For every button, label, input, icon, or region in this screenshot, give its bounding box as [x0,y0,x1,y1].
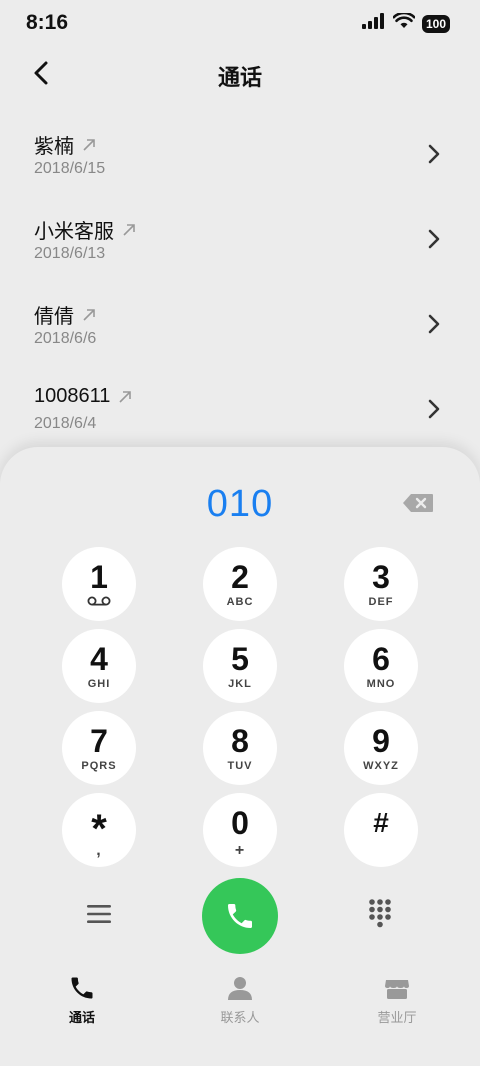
key-letters: GHI [87,677,111,690]
outgoing-call-icon [83,308,95,321]
phone-icon [71,977,93,999]
call-button[interactable] [202,878,278,954]
recent-calls-list: 紫楠 2018/6/15 小米客服 2018/6/13 倩倩 2018/6/6 … [0,112,480,452]
key-digit: 6 [372,640,390,677]
call-list-item[interactable]: 小米客服 2018/6/13 [0,197,480,282]
chevron-right-icon [428,229,440,249]
battery-indicator: 100 [421,14,450,33]
menu-button[interactable] [86,903,112,925]
key-9[interactable]: 9 WXYZ [344,711,418,785]
call-date: 2018/6/13 [34,245,106,262]
call-list-item[interactable]: 倩倩 2018/6/6 [0,282,480,367]
key-digit: 8 [231,722,249,759]
chevron-right-icon [428,144,440,164]
outgoing-call-icon [83,138,95,151]
key-letters: DEF [368,595,394,608]
key-digit: 4 [90,640,108,677]
key-digit: 2 [231,558,249,595]
key-hash[interactable]: # [344,793,418,867]
call-name: 1008611 [34,385,111,407]
tab-label: 联系人 [220,1010,260,1025]
status-time: 8:16 [26,11,69,34]
backspace-button[interactable] [402,493,434,515]
key-letters: JKL [228,677,252,690]
outgoing-call-icon [119,390,132,403]
chevron-right-icon [428,314,440,334]
page-title: 通话 [217,65,262,90]
tab-calls[interactable]: 通话 [37,974,127,1026]
phone-icon [228,904,252,928]
key-5[interactable]: 5 JKL [203,629,277,703]
voicemail-icon [86,595,112,607]
wifi-icon [392,11,416,34]
bottom-tab-bar: 通话 联系人 营业厅 [0,974,480,1044]
key-8[interactable]: 8 TUV [203,711,277,785]
menu-icon [87,905,111,923]
key-digit: 9 [372,722,390,759]
call-name: 倩倩 [34,306,74,328]
key-digit: # [373,807,389,838]
key-6[interactable]: 6 MNO [344,629,418,703]
key-letters: MNO [366,677,396,690]
signal-icon [361,13,386,34]
key-letters: ABC [226,595,254,608]
key-2[interactable]: 2 ABC [203,547,277,621]
key-digit: 5 [231,640,249,677]
key-0[interactable]: 0 + [203,793,277,867]
call-date: 2018/6/15 [34,160,106,177]
tab-label: 通话 [68,1010,95,1025]
header: 通话 [0,50,480,96]
dialpad-icon [369,899,391,928]
key-digit: 1 [90,559,108,595]
key-letters: WXYZ [363,759,399,772]
person-icon [228,977,252,1000]
key-digit: * [91,807,107,851]
status-bar: 8:16 100 [0,0,480,46]
key-digit: 0 [231,804,249,841]
call-list-item[interactable]: 1008611 2018/6/4 [0,367,480,452]
key-digit: 3 [372,558,390,595]
call-list-item[interactable]: 紫楠 2018/6/15 [0,112,480,197]
key-7[interactable]: 7 PQRS [62,711,136,785]
tab-contacts[interactable]: 联系人 [195,974,285,1026]
key-1[interactable]: 1 [62,547,136,621]
status-icons: 100 [361,11,450,34]
call-name: 小米客服 [34,221,114,243]
tab-label: 营业厅 [377,1010,417,1025]
key-digit: 7 [90,722,108,759]
key-star[interactable]: * , [62,793,136,867]
tab-service-hall[interactable]: 营业厅 [352,974,442,1026]
call-date: 2018/6/4 [34,415,97,432]
backspace-icon [403,494,433,512]
key-4[interactable]: 4 GHI [62,629,136,703]
key-letters: TUV [227,759,253,772]
chevron-right-icon [428,399,440,419]
key-3[interactable]: 3 DEF [344,547,418,621]
outgoing-call-icon [123,223,135,236]
call-name: 紫楠 [34,136,74,158]
dialer-actions [0,876,480,956]
keypad-toggle-button[interactable] [368,898,392,928]
call-date: 2018/6/6 [34,330,97,347]
store-icon [385,980,409,999]
key-letters: PQRS [81,759,117,772]
key-letters: , [96,842,102,859]
key-letters: + [234,841,246,859]
